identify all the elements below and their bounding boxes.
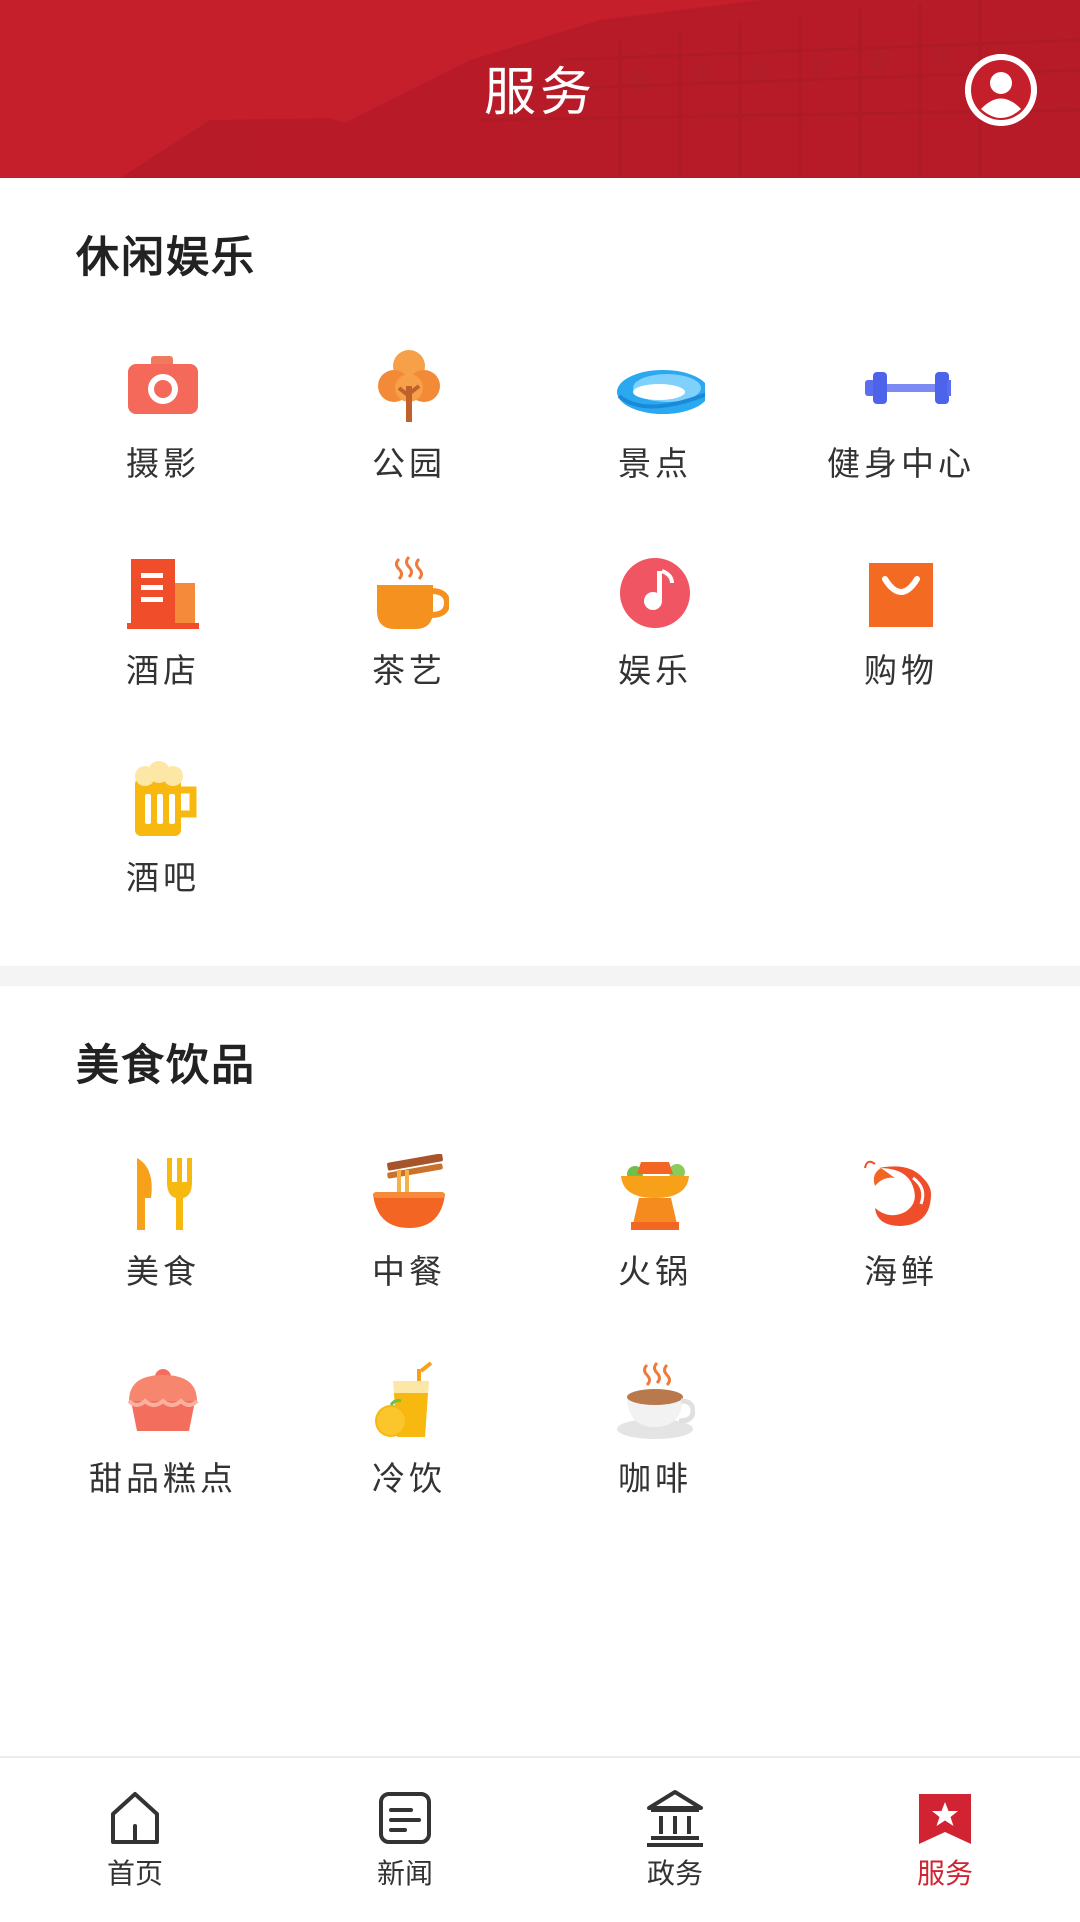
service-item-hotpot[interactable]: 火锅: [532, 1154, 778, 1344]
section-food-drinks: 美食饮品 美食 中餐 火锅 海鲜 甜品糕点 冷饮 咖啡: [0, 986, 1080, 1756]
service-item-shopping[interactable]: 购物: [778, 553, 1024, 743]
service-item-food[interactable]: 美食: [40, 1154, 286, 1344]
item-label: 咖啡: [618, 1459, 692, 1498]
camera-icon: [128, 356, 198, 414]
fork-knife-icon: [137, 1158, 192, 1230]
music-note-icon: [620, 558, 690, 628]
tea-cup-icon: [377, 555, 449, 629]
cupcake-icon: [127, 1369, 199, 1431]
service-item-chinese-food[interactable]: 中餐: [286, 1154, 532, 1344]
section-title: 休闲娱乐: [76, 233, 256, 283]
item-label: 冷饮: [372, 1459, 446, 1498]
service-item-park[interactable]: 公园: [286, 346, 532, 536]
item-label: 摄影: [126, 444, 200, 483]
service-item-cold-drinks[interactable]: 冷饮: [286, 1361, 532, 1551]
news-icon: [379, 1792, 431, 1844]
item-label: 健身中心: [827, 444, 975, 483]
cold-drink-icon: [375, 1361, 433, 1437]
section-title: 美食饮品: [76, 1041, 256, 1091]
service-item-bar[interactable]: 酒吧: [40, 760, 286, 950]
nav-label: 服务: [916, 1857, 973, 1890]
nav-label: 新闻: [376, 1857, 433, 1890]
hotpot-icon: [621, 1162, 689, 1230]
item-label: 海鲜: [864, 1252, 938, 1291]
item-label: 公园: [372, 444, 446, 483]
user-profile-button[interactable]: [965, 54, 1037, 126]
item-label: 甜品糕点: [89, 1459, 237, 1498]
shopping-bag-icon: [869, 563, 933, 627]
nav-label: 政务: [646, 1857, 703, 1890]
nav-tab-service[interactable]: 服务: [810, 1758, 1080, 1922]
item-label: 酒店: [126, 651, 200, 690]
tree-icon: [378, 350, 440, 422]
home-icon: [111, 1792, 159, 1844]
service-item-hotel[interactable]: 酒店: [40, 553, 286, 743]
service-item-seafood[interactable]: 海鲜: [778, 1154, 1024, 1344]
service-item-scenic-spot[interactable]: 景点: [532, 346, 778, 536]
government-icon: [647, 1790, 703, 1847]
item-label: 酒吧: [126, 858, 200, 897]
service-bookmark-icon: [919, 1794, 971, 1844]
page-title: 服务: [483, 63, 596, 123]
nav-tab-home[interactable]: 首页: [0, 1758, 270, 1922]
item-label: 景点: [618, 444, 692, 483]
item-label: 茶艺: [372, 651, 446, 690]
nav-label: 首页: [106, 1857, 163, 1890]
shrimp-icon: [864, 1160, 931, 1226]
bottom-navigation-bar: 首页 新闻 政务 服务: [0, 1756, 1080, 1922]
item-label: 娱乐: [618, 651, 692, 690]
scenic-spot-icon: [617, 370, 705, 414]
service-item-desserts[interactable]: 甜品糕点: [40, 1361, 286, 1551]
app-header: 服务: [0, 0, 1080, 178]
service-item-entertainment[interactable]: 娱乐: [532, 553, 778, 743]
item-label: 火锅: [618, 1252, 692, 1291]
service-item-fitness-center[interactable]: 健身中心: [778, 346, 1024, 536]
hotel-icon: [127, 559, 199, 629]
service-item-tea-art[interactable]: 茶艺: [286, 553, 532, 743]
nav-tab-news[interactable]: 新闻: [270, 1758, 540, 1922]
item-label: 美食: [126, 1252, 200, 1291]
user-avatar-icon: [965, 54, 1037, 126]
service-item-coffee[interactable]: 咖啡: [532, 1361, 778, 1551]
section-leisure: 休闲娱乐 摄影 公园 景点 健身中心 酒店 茶艺 娱乐 购物 酒吧: [0, 178, 1080, 966]
nav-tab-government[interactable]: 政务: [540, 1758, 810, 1922]
item-label: 中餐: [372, 1252, 446, 1291]
dumbbell-icon: [865, 372, 951, 404]
section-divider: [0, 966, 1080, 986]
noodle-bowl-icon: [373, 1154, 445, 1228]
coffee-cup-icon: [617, 1361, 695, 1439]
item-label: 购物: [864, 651, 938, 690]
beer-mug-icon: [135, 761, 197, 836]
service-item-photography[interactable]: 摄影: [40, 346, 286, 536]
